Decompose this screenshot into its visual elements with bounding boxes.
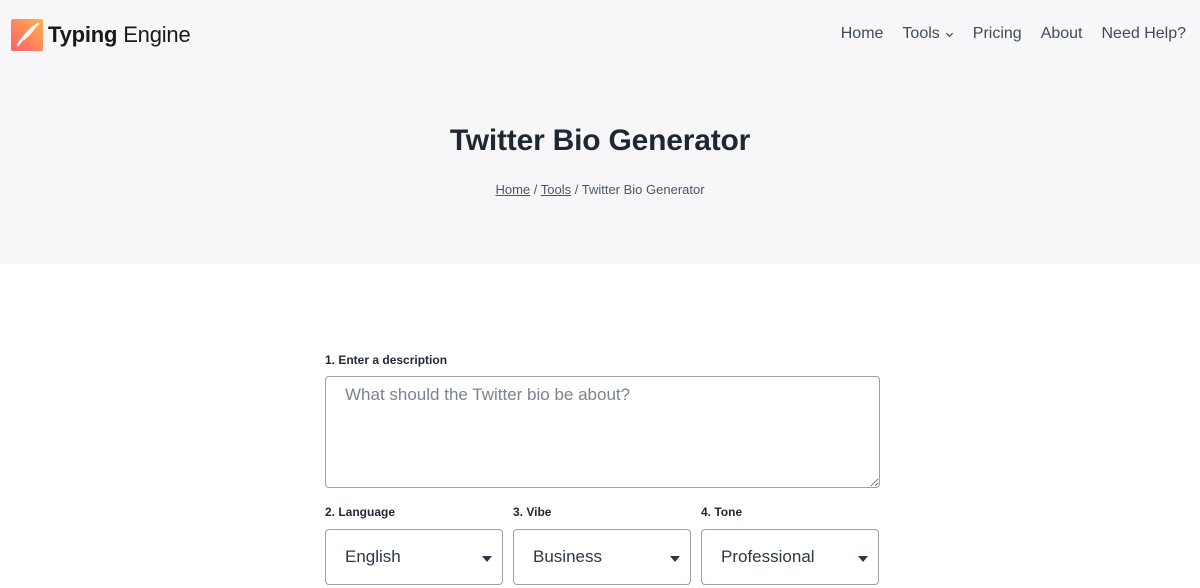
description-input[interactable] [325, 376, 880, 488]
caret-down-icon [482, 556, 492, 562]
breadcrumb: Home / Tools / Twitter Bio Generator [0, 182, 1200, 197]
main-nav: Home Tools Pricing About Need Help? [841, 23, 1186, 45]
description-label: 1. Enter a description [325, 353, 448, 367]
caret-down-icon [670, 556, 680, 562]
nav-need-help[interactable]: Need Help? [1102, 23, 1187, 45]
language-selected-value: English [345, 547, 401, 566]
language-label: 2. Language [325, 505, 396, 519]
tone-selected-value: Professional [721, 547, 815, 566]
nav-pricing[interactable]: Pricing [973, 23, 1022, 45]
nav-tools[interactable]: Tools [902, 23, 953, 45]
vibe-select[interactable]: Business [513, 529, 691, 585]
vibe-selected-value: Business [533, 547, 602, 566]
breadcrumb-tools-link[interactable]: Tools [541, 182, 571, 197]
caret-down-icon [858, 556, 868, 562]
breadcrumb-home-link[interactable]: Home [495, 182, 530, 197]
page-header: Typing Engine Home Tools Pricing About N… [0, 0, 1200, 264]
site-logo[interactable]: Typing Engine [11, 19, 191, 51]
nav-home[interactable]: Home [841, 23, 884, 45]
breadcrumb-current: Twitter Bio Generator [581, 182, 705, 197]
chevron-down-icon [945, 32, 953, 37]
tone-select[interactable]: Professional [701, 529, 879, 585]
nav-about[interactable]: About [1041, 23, 1083, 45]
breadcrumb-separator: / [571, 182, 582, 197]
feather-logo-icon [11, 19, 43, 51]
page-title: Twitter Bio Generator [449, 124, 751, 157]
brand-name-strong: Typing [48, 22, 118, 47]
nav-tools-label: Tools [902, 25, 940, 42]
breadcrumb-separator: / [530, 182, 541, 197]
tone-label: 4. Tone [701, 505, 743, 519]
brand-name: Typing Engine [48, 22, 191, 48]
brand-name-light: Engine [117, 22, 191, 47]
vibe-label: 3. Vibe [513, 505, 552, 519]
language-select[interactable]: English [325, 529, 503, 585]
